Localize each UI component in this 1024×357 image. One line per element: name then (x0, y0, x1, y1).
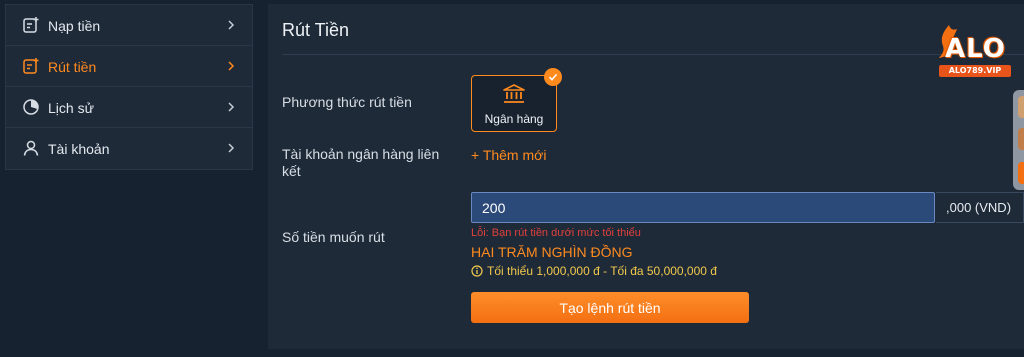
amount-in-words: HAI TRĂM NGHÌN ĐỒNG (471, 244, 633, 260)
linked-account-label-line1: Tài khoản ngân hàng liên (282, 146, 440, 162)
withdraw-panel: Rút Tiền Phương thức rút tiền Ngân hàng … (268, 4, 1024, 349)
sidebar-item-withdraw[interactable]: Rút tiền (6, 46, 252, 87)
bank-icon (503, 84, 525, 103)
method-option-bank[interactable]: Ngân hàng (471, 75, 557, 132)
amount-limits: Tối thiểu 1,000,000 đ - Tối đa 50,000,00… (471, 264, 717, 278)
chevron-right-icon (228, 143, 235, 153)
floating-widget-item[interactable] (1018, 96, 1024, 118)
chevron-right-icon (228, 61, 235, 71)
sidebar-item-deposit[interactable]: Nạp tiền (6, 5, 252, 46)
chevron-right-icon (228, 20, 235, 30)
method-label: Phương thức rút tiền (282, 94, 412, 110)
sidebar-item-history[interactable]: Lịch sử (6, 87, 252, 128)
info-icon (471, 265, 483, 277)
sidebar-item-account[interactable]: Tài khoản (6, 128, 252, 169)
chevron-right-icon (228, 102, 235, 112)
sidebar-item-label: Lịch sử (48, 100, 94, 116)
linked-account-label-line2: kết (282, 163, 301, 179)
amount-error-text: Lỗi: Bạn rút tiền dưới mức tối thiểu (471, 227, 641, 239)
limits-text: Tối thiểu 1,000,000 đ - Tối đa 50,000,00… (487, 264, 717, 278)
floating-widget-item[interactable] (1018, 162, 1024, 184)
account-sidebar: Nạp tiền Rút tiền Lịch sử Tài khoản (5, 4, 253, 170)
amount-unit-suffix: ,000 (VND) (936, 192, 1024, 223)
page-title: Rút Tiền (282, 20, 350, 40)
amount-label: Số tiền muốn rút (282, 229, 385, 245)
add-bank-account-link[interactable]: + Thêm mới (471, 147, 546, 163)
check-icon (544, 68, 562, 86)
create-withdraw-button[interactable]: Tạo lệnh rút tiền (471, 292, 749, 323)
floating-widget-item[interactable] (1018, 128, 1024, 150)
deposit-icon (23, 17, 39, 33)
sidebar-item-label: Rút tiền (48, 59, 97, 75)
brand-logo-text: ALO (945, 34, 1006, 64)
title-divider (282, 54, 1024, 55)
brand-logo-site: ALO789.VIP (939, 65, 1011, 77)
withdraw-icon (23, 58, 39, 74)
history-icon (23, 99, 39, 115)
sidebar-item-label: Nạp tiền (48, 18, 101, 34)
method-option-label: Ngân hàng (484, 112, 544, 126)
brand-logo: ALO ALO789.VIP (935, 24, 1017, 80)
amount-input[interactable] (471, 192, 935, 223)
user-icon (23, 140, 39, 156)
sidebar-item-label: Tài khoản (48, 141, 110, 157)
linked-account-label: Tài khoản ngân hàng liên kết (282, 146, 439, 180)
